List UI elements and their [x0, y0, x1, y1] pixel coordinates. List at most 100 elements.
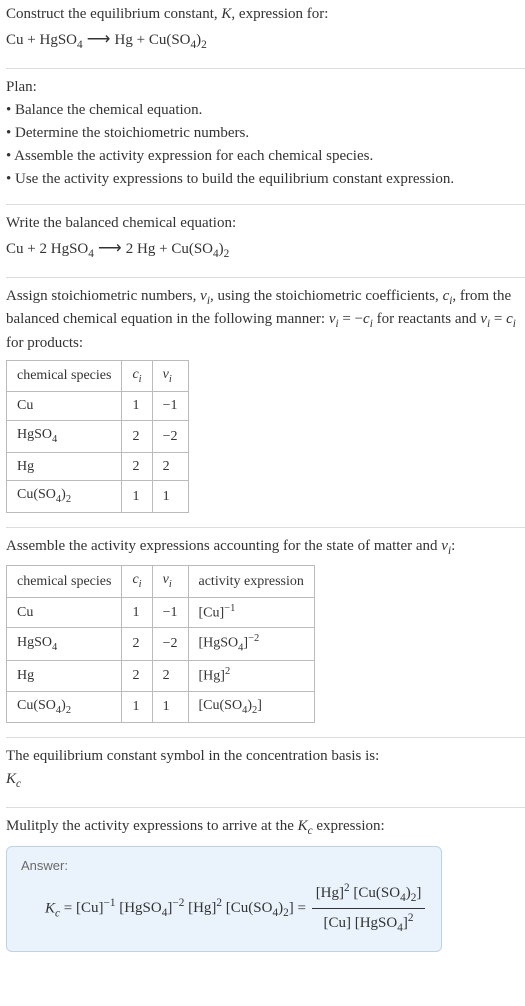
- arrow-icon: ⟶: [83, 29, 115, 48]
- var-nu: ν: [200, 288, 207, 304]
- plan-title: Plan:: [6, 77, 525, 98]
- cell-ci: 2: [122, 452, 152, 481]
- cell-ci: 1: [122, 597, 152, 627]
- multiply-intro: Mulitply the activity expressions to arr…: [6, 816, 525, 840]
- cell-ci: 2: [122, 421, 152, 452]
- cell-nui: −1: [152, 597, 188, 627]
- table-row: Cu(SO4)2 1 1: [7, 481, 189, 512]
- cell-ci: 1: [122, 392, 152, 421]
- text: :: [451, 538, 455, 554]
- activity-intro: Assemble the activity expressions accoun…: [6, 536, 525, 560]
- col-nui: νi: [152, 361, 188, 392]
- cell-ci: 2: [122, 661, 152, 691]
- text: [Hg]: [199, 669, 225, 684]
- text: for products:: [6, 335, 83, 351]
- cell-species: Cu(SO4)2: [7, 481, 122, 512]
- cell-species: HgSO4: [7, 421, 122, 452]
- var-nu: ν: [441, 538, 448, 554]
- cell-activity: [Cu]−1: [188, 597, 314, 627]
- cell-species: Cu(SO4)2: [7, 691, 122, 722]
- col-activity: activity expression: [188, 566, 314, 597]
- subscript: i: [513, 318, 516, 330]
- answer-label: Answer:: [21, 857, 427, 875]
- species-Hg: Hg: [137, 241, 155, 257]
- var-K: K: [221, 6, 231, 22]
- text: [Cu(SO: [199, 698, 243, 713]
- final-section: Mulitply the activity expressions to arr…: [6, 807, 525, 952]
- balanced-intro: Write the balanced chemical equation:: [6, 213, 525, 234]
- text: [Cu]: [76, 900, 104, 916]
- text: [Cu]: [199, 606, 225, 621]
- text: [Cu(SO: [353, 885, 400, 901]
- text: [Cu(SO: [226, 900, 273, 916]
- plus: +: [24, 241, 40, 257]
- term-CuSO42: [Cu(SO4)2]: [226, 900, 294, 916]
- text: Cu(SO: [149, 32, 191, 48]
- subscript: 2: [66, 704, 71, 715]
- term-HgSO4: [HgSO4]−2: [119, 900, 184, 916]
- cell-nui: 2: [152, 661, 188, 691]
- superscript: 2: [225, 666, 230, 677]
- cell-activity: [Cu(SO4)2]: [188, 691, 314, 722]
- cell-nui: −2: [152, 628, 188, 661]
- assign-intro: Assign stoichiometric numbers, νi, using…: [6, 286, 525, 355]
- balanced-section: Write the balanced chemical equation: Cu…: [6, 204, 525, 263]
- term-CuSO42: [Cu(SO4)2]: [353, 885, 421, 901]
- term-Hg: [Hg]2: [316, 885, 350, 901]
- table-row: Cu(SO4)2 1 1 [Cu(SO4)2]: [7, 691, 315, 722]
- answer-box: Answer: Kc = [Cu]−1 [HgSO4]−2 [Hg]2 [Cu(…: [6, 846, 442, 953]
- text: Assign stoichiometric numbers,: [6, 288, 200, 304]
- col-ci: ci: [122, 566, 152, 597]
- plan-bullet-4: • Use the activity expressions to build …: [6, 169, 525, 190]
- text: , expression for:: [231, 6, 328, 22]
- superscript: −1: [103, 897, 115, 909]
- kc-symbol-intro: The equilibrium constant symbol in the c…: [6, 746, 525, 767]
- cell-species: HgSO4: [7, 628, 122, 661]
- cell-ci: 1: [122, 691, 152, 722]
- table-row: Cu 1 −1 [Cu]−1: [7, 597, 315, 627]
- col-species: chemical species: [7, 566, 122, 597]
- term-Hg: [Hg]2: [188, 900, 222, 916]
- table-header-row: chemical species ci νi: [7, 361, 189, 392]
- text: Construct the equilibrium constant,: [6, 6, 221, 22]
- equals: =: [60, 900, 76, 916]
- text: HgSO: [17, 427, 52, 442]
- assign-section: Assign stoichiometric numbers, νi, using…: [6, 277, 525, 513]
- cell-nui: 1: [152, 691, 188, 722]
- subscript: 2: [66, 494, 71, 505]
- text: [HgSO: [199, 636, 239, 651]
- activity-section: Assemble the activity expressions accoun…: [6, 527, 525, 723]
- table-row: Hg 2 2 [Hg]2: [7, 661, 315, 691]
- table-row: HgSO4 2 −2 [HgSO4]−2: [7, 628, 315, 661]
- kc-symbol-section: The equilibrium constant symbol in the c…: [6, 737, 525, 793]
- subscript: i: [139, 374, 142, 385]
- plan-section: Plan: • Balance the chemical equation. •…: [6, 68, 525, 190]
- text: [HgSO: [119, 900, 162, 916]
- table-row: HgSO4 2 −2: [7, 421, 189, 452]
- text: [Hg]: [316, 885, 344, 901]
- plan-bullet-1: • Balance the chemical equation.: [6, 100, 525, 121]
- col-species: chemical species: [7, 361, 122, 392]
- term-Cu: [Cu]: [323, 915, 351, 931]
- text: ]: [257, 698, 262, 713]
- plus: +: [133, 32, 149, 48]
- activity-table: chemical species ci νi activity expressi…: [6, 565, 315, 723]
- subscript: i: [169, 374, 172, 385]
- subscript: 2: [224, 248, 230, 260]
- cell-species: Cu: [7, 392, 122, 421]
- coefficient: 2: [39, 241, 50, 257]
- unbalanced-equation: Cu + HgSO4 ⟶ Hg + Cu(SO4)2: [6, 27, 525, 54]
- prompt-line1: Construct the equilibrium constant, K, e…: [6, 4, 525, 25]
- table-header-row: chemical species ci νi activity expressi…: [7, 566, 315, 597]
- species-Cu: Cu: [6, 32, 24, 48]
- species-Cu: Cu: [6, 241, 24, 257]
- table-row: Cu 1 −1: [7, 392, 189, 421]
- kc-symbol: Kc: [6, 769, 525, 793]
- superscript: 2: [408, 912, 414, 924]
- text: expression:: [313, 818, 385, 834]
- stoichiometric-table: chemical species ci νi Cu 1 −1 HgSO4 2 −…: [6, 360, 189, 513]
- text: Cu(SO: [17, 698, 56, 713]
- text: for reactants and: [373, 311, 480, 327]
- term-Cu: [Cu]−1: [76, 900, 115, 916]
- text: Cu(SO: [17, 487, 56, 502]
